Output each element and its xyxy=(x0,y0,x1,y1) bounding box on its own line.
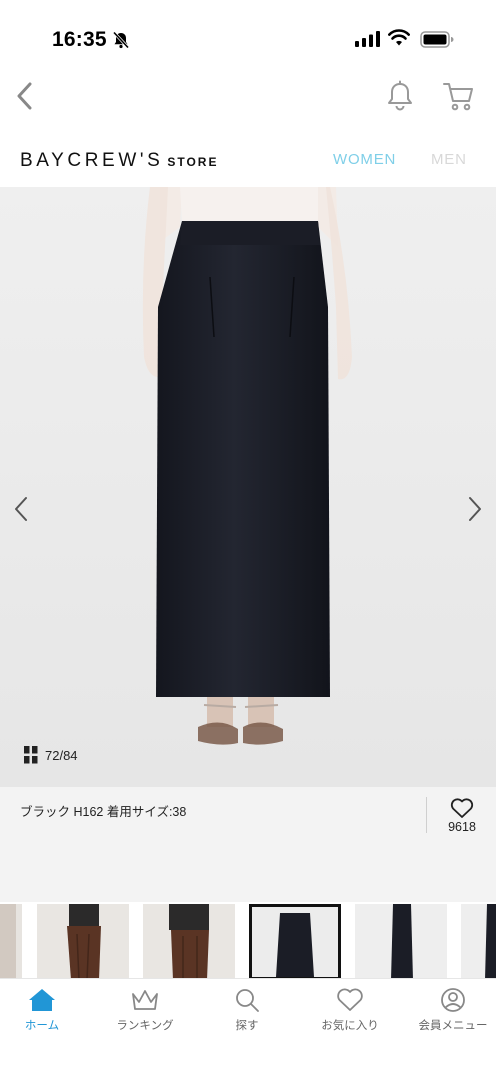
chevron-left-icon xyxy=(15,497,27,521)
thumbnail-image xyxy=(252,907,338,977)
bell-icon xyxy=(388,80,412,111)
heart-icon xyxy=(450,798,474,818)
product-caption: ブラック H162 着用サイズ:38 xyxy=(20,805,187,819)
heart-icon xyxy=(337,988,363,1011)
thumbnail[interactable] xyxy=(0,904,22,978)
chevron-left-icon xyxy=(17,82,32,110)
tab-home[interactable]: ホーム xyxy=(0,987,92,1033)
cart-button[interactable] xyxy=(442,80,476,112)
brand-header: BAYCREW'S STORE WOMEN MEN xyxy=(0,138,496,184)
tab-men[interactable]: MEN xyxy=(431,151,467,168)
status-bar: 16:35 xyxy=(0,0,496,64)
tab-member-menu[interactable]: 会員メニュー xyxy=(403,987,496,1033)
status-time: 16:35 xyxy=(52,28,107,51)
thumbnail-image xyxy=(37,904,129,978)
nav-bar xyxy=(0,64,496,128)
tab-search[interactable]: 探す xyxy=(197,987,297,1033)
product-photo xyxy=(0,187,496,787)
tab-home-label: ホーム xyxy=(24,1020,60,1032)
favorite-button[interactable]: 9618 xyxy=(438,797,486,834)
brand-suffix: STORE xyxy=(167,155,219,169)
thumbnail-selected[interactable] xyxy=(249,904,341,978)
thumbnail-image xyxy=(143,904,235,978)
product-info: ブラック H162 着用サイズ:38 9618 xyxy=(0,787,496,902)
tab-member-menu-label: 会員メニュー xyxy=(418,1020,488,1032)
thumbnail-image xyxy=(355,904,447,978)
favorite-count: 9618 xyxy=(448,820,476,834)
thumbnail[interactable] xyxy=(461,904,496,978)
product-image[interactable]: 72/84 xyxy=(0,187,496,787)
previous-image-button[interactable] xyxy=(10,494,34,524)
bottom-tab-bar: ホーム ランキング 探す お気に入り 会員メニュー xyxy=(0,978,496,1080)
home-icon xyxy=(29,989,55,1011)
thumbnail-image xyxy=(461,904,496,978)
tab-favorites-label: お気に入り xyxy=(321,1020,379,1032)
grid-icon xyxy=(24,746,38,764)
image-counter-text: 72/84 xyxy=(45,747,78,763)
thumbnail[interactable] xyxy=(37,904,129,978)
thumbnail-image xyxy=(0,904,22,978)
tab-favorites[interactable]: お気に入り xyxy=(300,987,400,1033)
crown-icon xyxy=(132,990,158,1010)
tab-women[interactable]: WOMEN xyxy=(333,151,396,168)
cart-icon xyxy=(443,83,473,111)
divider xyxy=(426,797,427,833)
brand-name: BAYCREW'S xyxy=(20,150,164,171)
tab-search-label: 探す xyxy=(235,1020,259,1032)
next-image-button[interactable] xyxy=(462,494,486,524)
chevron-right-icon xyxy=(469,497,481,521)
user-icon xyxy=(441,988,465,1012)
image-counter[interactable]: 72/84 xyxy=(24,746,78,764)
brand-logo[interactable]: BAYCREW'S STORE xyxy=(20,150,218,172)
notification-button[interactable] xyxy=(384,80,416,112)
signal-icon xyxy=(355,31,380,47)
tab-ranking-label: ランキング xyxy=(116,1020,174,1032)
battery-icon xyxy=(420,31,454,48)
thumbnail-strip xyxy=(0,902,496,978)
search-icon xyxy=(236,989,259,1012)
tab-ranking[interactable]: ランキング xyxy=(95,987,195,1033)
back-button[interactable] xyxy=(10,81,40,111)
thumbnail[interactable] xyxy=(355,904,447,978)
wifi-icon xyxy=(388,29,410,46)
thumbnail[interactable] xyxy=(143,904,235,978)
bell-off-icon xyxy=(112,31,130,49)
